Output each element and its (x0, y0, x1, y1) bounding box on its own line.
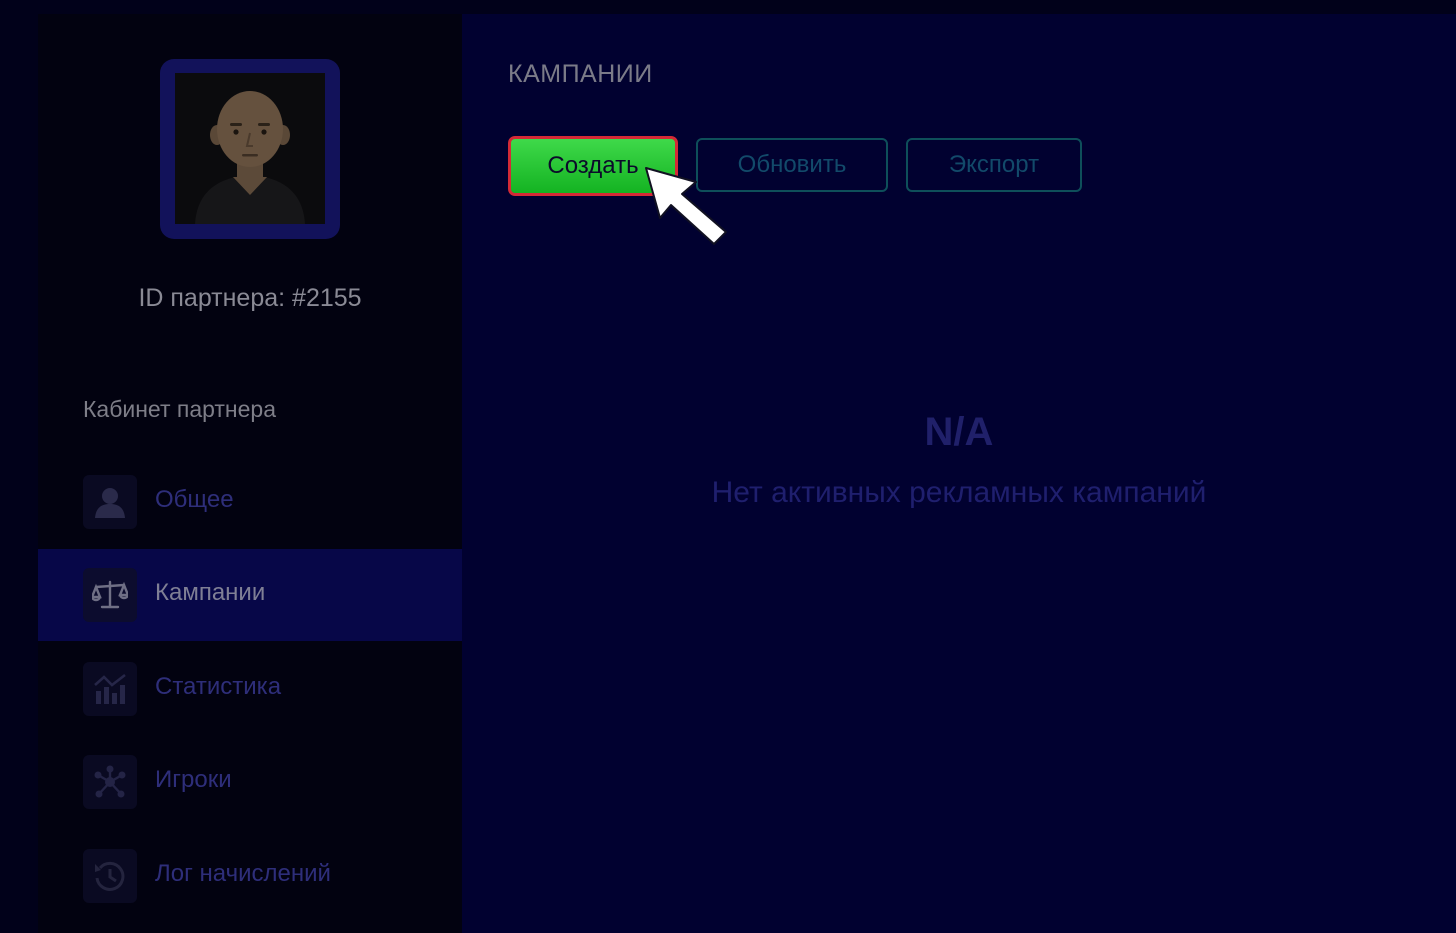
avatar-image (175, 73, 325, 224)
partner-id: ID партнера: #2155 (138, 284, 362, 312)
network-icon (83, 755, 137, 809)
sidebar-item-label: Общее (155, 486, 234, 513)
export-button[interactable]: Экспорт (906, 138, 1082, 192)
sidebar-item-label: Лог начислений (155, 860, 331, 887)
chart-icon (83, 662, 137, 716)
sidebar-item-accrual-log[interactable]: Лог начислений (38, 830, 462, 922)
app-frame: ID партнера: #2155 Кабинет партнера Обще… (0, 0, 1456, 933)
section-title: Кабинет партнера (83, 396, 277, 422)
sidebar-item-label: Игроки (155, 766, 232, 793)
sidebar-item-label: Кампании (155, 579, 266, 606)
scales-icon (83, 568, 137, 622)
page-title: КАМПАНИИ (508, 60, 653, 88)
sidebar-item-statistics[interactable]: Статистика (38, 643, 462, 735)
empty-state-title: N/A (924, 410, 994, 454)
sidebar-item-campaigns[interactable]: Кампании (38, 549, 462, 641)
empty-state-message: Нет активных рекламных кампаний (711, 476, 1207, 509)
pointer-arrow-icon (645, 167, 727, 245)
avatar[interactable] (160, 59, 340, 239)
sidebar-item-general[interactable]: Общее (38, 456, 462, 548)
history-icon (83, 849, 137, 903)
sidebar-item-label: Статистика (155, 673, 282, 700)
sidebar-item-players[interactable]: Игроки (38, 736, 462, 828)
user-icon (83, 475, 137, 529)
